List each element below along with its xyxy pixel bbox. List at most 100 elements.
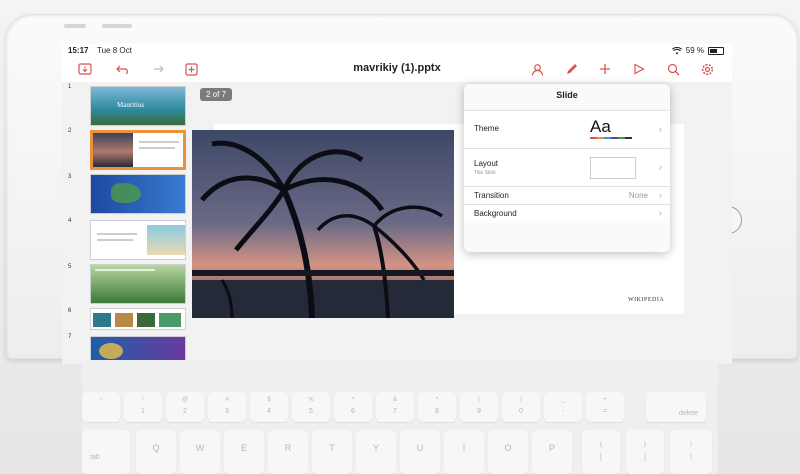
key[interactable]: P — [532, 430, 572, 474]
slide-thumbnail[interactable]: Mauritius — [90, 86, 186, 126]
key[interactable]: ) 0 — [502, 392, 540, 422]
popover-title: Slide — [556, 90, 578, 100]
key[interactable]: Y — [356, 430, 396, 474]
theme-swatch — [604, 137, 611, 139]
key[interactable]: Q — [136, 430, 176, 474]
wifi-icon — [671, 46, 682, 54]
key-letter: R — [284, 443, 292, 453]
play-icon[interactable] — [630, 60, 648, 78]
key-upper: $ — [267, 397, 271, 403]
thumb-number: 2 — [68, 128, 72, 134]
tab-key[interactable]: tab — [82, 430, 130, 474]
key[interactable]: % 5 — [292, 392, 330, 422]
key-lower: \ — [690, 454, 692, 461]
key-letter: Y — [372, 443, 379, 453]
toolbar: mavrikiy (1).pptx — [62, 58, 732, 80]
format-brush-icon[interactable] — [562, 60, 580, 78]
delete-key[interactable]: delete — [646, 392, 706, 422]
key-letter: U — [416, 443, 424, 453]
layout-label: Layout — [474, 159, 499, 168]
bracket-left-key[interactable]: { [ — [582, 430, 620, 474]
key-lower: 8 — [435, 408, 439, 415]
key[interactable]: $4 — [250, 392, 288, 422]
key-lower: - — [561, 408, 565, 415]
key-letter: W — [195, 443, 205, 453]
key-upper: + — [603, 397, 607, 403]
layout-row[interactable]: Layout Title Slide › — [464, 148, 670, 187]
key-letter: O — [504, 443, 512, 453]
key[interactable]: & 7 — [376, 392, 414, 422]
key[interactable]: T — [312, 430, 352, 474]
key-lower: [ — [600, 454, 602, 461]
delete-key-label: delete — [678, 410, 698, 417]
collaborate-icon[interactable] — [528, 60, 546, 78]
chevron-right-icon: › — [659, 208, 662, 218]
key[interactable]: O — [488, 430, 528, 474]
theme-label: Theme — [474, 124, 499, 133]
slide-thumbnail[interactable] — [90, 220, 186, 260]
backslash-key[interactable]: | \ — [670, 430, 712, 474]
key[interactable]: @2 — [166, 392, 204, 422]
layout-subtitle: Title Slide — [474, 170, 496, 176]
key-letter: I — [462, 443, 466, 453]
key-upper: * — [435, 397, 439, 403]
battery-icon — [708, 46, 724, 55]
key[interactable]: U — [400, 430, 440, 474]
insert-icon[interactable] — [596, 60, 614, 78]
key[interactable]: + = — [586, 392, 624, 422]
key-lower: ` — [99, 408, 103, 415]
key-upper: & — [392, 397, 397, 403]
key[interactable]: _ - — [544, 392, 582, 422]
key[interactable]: E — [224, 430, 264, 474]
status-date: Tue 8 Oct — [97, 46, 132, 55]
slide-thumbnail[interactable] — [90, 308, 186, 330]
battery-percent: 59 % — [685, 46, 704, 55]
thumb-number: 7 — [68, 334, 72, 340]
gear-icon[interactable] — [698, 60, 716, 78]
key-lower: 3 — [225, 408, 229, 415]
chevron-right-icon: › — [659, 124, 662, 134]
chevron-right-icon: › — [659, 162, 662, 172]
background-row[interactable]: Background › — [464, 204, 670, 223]
key[interactable]: * 8 — [418, 392, 456, 422]
key-lower: = — [602, 408, 608, 415]
transition-label: Transition — [474, 191, 509, 200]
key[interactable]: W — [180, 430, 220, 474]
slide-thumbnail-selected[interactable] — [90, 130, 186, 170]
key-upper: # — [225, 397, 229, 403]
theme-row[interactable]: Theme Aa › — [464, 110, 670, 149]
key[interactable]: (9 — [460, 392, 498, 422]
key-lower: 1 — [141, 408, 145, 415]
theme-swatch — [611, 137, 618, 139]
slide-thumbnail[interactable] — [90, 264, 186, 304]
key[interactable]: ! 1 — [124, 392, 162, 422]
slide-image-palm-trees[interactable] — [192, 130, 454, 318]
bracket-right-key[interactable]: } ] — [626, 430, 664, 474]
search-icon[interactable] — [664, 60, 682, 78]
slide-thumbnail[interactable] — [90, 174, 186, 214]
power-button — [102, 24, 132, 28]
transition-row[interactable]: Transition None › — [464, 186, 670, 205]
key[interactable]: ~ ` — [82, 392, 120, 422]
screen: 15:17 Tue 8 Oct 59 % mavrikiy (1).pptx 1… — [62, 44, 732, 364]
thumb-number: 5 — [68, 264, 72, 270]
key[interactable]: #3 — [208, 392, 246, 422]
status-right: 59 % — [671, 46, 724, 55]
smart-keyboard: ~ `! 1 @2 #3 $4% 5 ^ 6 & 7 * 8(9) 0 _ - + = delete tab QW… — [82, 360, 718, 474]
page-indicator: 2 of 7 — [200, 88, 233, 101]
key-upper: } — [643, 442, 646, 448]
key[interactable]: I — [444, 430, 484, 474]
key-upper: ) — [520, 397, 522, 403]
key-upper: ! — [142, 397, 144, 403]
key-lower: 0 — [519, 408, 523, 415]
key-lower: 7 — [393, 408, 397, 415]
key-upper: | — [690, 442, 692, 448]
key[interactable]: R — [268, 430, 308, 474]
key[interactable]: ^ 6 — [334, 392, 372, 422]
transition-value: None — [628, 191, 648, 200]
slide-format-popover: Slide Theme Aa › Layout Title Slide › Tr… — [464, 84, 670, 252]
thumb-number: 3 — [68, 174, 72, 180]
key-letter: E — [240, 443, 247, 453]
key-letter: T — [329, 443, 335, 453]
key-upper: { — [599, 442, 602, 448]
